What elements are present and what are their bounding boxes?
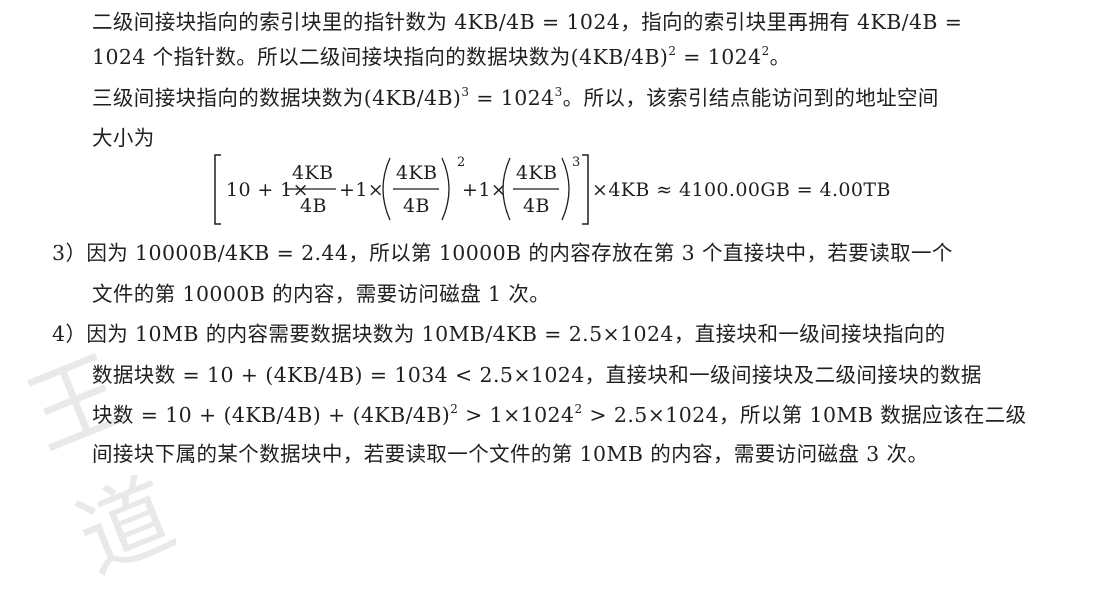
fraction-1-numerator: 4KB xyxy=(292,162,334,184)
item4-line3-text-a: 块数 = 10 + (4KB/4B) + (4KB/4B) xyxy=(92,403,451,427)
para2-line2-text-b: = 1024 xyxy=(676,45,762,69)
item4-line1: 4）因为 10MB 的内容需要数据块数为 10MB/4KB = 2.5×1024… xyxy=(52,324,946,345)
fraction-3-denominator: 4B xyxy=(523,195,550,217)
para2-line3: 三级间接块指向的数据块数为(4KB/4B)3 = 10243。所以，该索引结点能… xyxy=(92,85,939,110)
right-square-bracket xyxy=(582,154,589,225)
fraction-3-numerator: 4KB xyxy=(516,162,558,184)
right-paren-3 xyxy=(561,157,570,221)
item4-line4-text: 间接块下属的某个数据块中，若要读取一个文件的第 10MB 的内容，需要访问磁盘 … xyxy=(92,442,929,466)
formula-tail: ×4KB ≈ 4100.00GB = 4.00TB xyxy=(592,179,891,201)
para2-line2-sup2: 2 xyxy=(761,44,770,58)
fraction-2-numerator: 4KB xyxy=(396,162,438,184)
para2-line2-sup1: 2 xyxy=(668,44,677,58)
para2-line2: 1024 个指针数。所以二级间接块指向的数据块数为(4KB/4B)2 = 102… xyxy=(92,44,791,69)
para2-line2-text-a: 1024 个指针数。所以二级间接块指向的数据块数为(4KB/4B) xyxy=(92,45,669,69)
fraction-2-exponent: 2 xyxy=(457,155,466,170)
para2-line4: 大小为 xyxy=(92,128,155,149)
para2-line4-text: 大小为 xyxy=(92,126,155,150)
item3-number: 3） xyxy=(52,241,87,265)
para2-line2-text-c: 。 xyxy=(769,45,791,69)
para2-line3-sup1: 3 xyxy=(461,85,470,99)
para2-line3-text-a: 三级间接块指向的数据块数为(4KB/4B) xyxy=(92,86,462,110)
item3-line2: 文件的第 10000B 的内容，需要访问磁盘 1 次。 xyxy=(92,284,550,305)
item4-line3-sup2: 2 xyxy=(574,402,583,416)
item4-number: 4） xyxy=(52,322,87,346)
item4-line1-text: 因为 10MB 的内容需要数据块数为 10MB/4KB = 2.5×1024，直… xyxy=(86,322,946,346)
item4-line3: 块数 = 10 + (4KB/4B) + (4KB/4B)2 > 1×10242… xyxy=(92,402,1027,427)
fraction-3-exponent: 3 xyxy=(572,155,581,170)
fraction-2-denominator: 4B xyxy=(403,195,430,217)
para2-line3-sup2: 3 xyxy=(554,85,563,99)
item3-line1: 3）因为 10000B/4KB = 2.44，所以第 10000B 的内容存放在… xyxy=(52,243,953,264)
item4-line4: 间接块下属的某个数据块中，若要读取一个文件的第 10MB 的内容，需要访问磁盘 … xyxy=(92,444,928,465)
left-square-bracket xyxy=(214,154,221,225)
item3-line1-text: 因为 10000B/4KB = 2.44，所以第 10000B 的内容存放在第 … xyxy=(86,241,953,265)
para2-line3-text-c: 。所以，该索引结点能访问到的地址空间 xyxy=(562,86,939,110)
item3-line2-text: 文件的第 10000B 的内容，需要访问磁盘 1 次。 xyxy=(92,282,551,306)
para2-line1-text: 二级间接块指向的索引块里的指针数为 4KB/4B = 1024，指向的索引块里再… xyxy=(92,10,963,34)
item4-line2-text: 数据块数 = 10 + (4KB/4B) = 1034 < 2.5×1024，直… xyxy=(92,363,982,387)
item4-line3-sup1: 2 xyxy=(450,402,459,416)
formula-mid-2: +1× xyxy=(462,179,508,201)
formula-mid-1: +1× xyxy=(339,179,385,201)
para2-line3-text-b: = 1024 xyxy=(469,86,555,110)
item4-line2: 数据块数 = 10 + (4KB/4B) = 1034 < 2.5×1024，直… xyxy=(92,365,982,386)
fraction-1-denominator: 4B xyxy=(300,195,327,217)
address-space-formula: 10 + 1× 4KB 4B +1× 4KB 4B 2 +1× 4KB 4B 3… xyxy=(212,152,932,228)
para2-line1: 二级间接块指向的索引块里的指针数为 4KB/4B = 1024，指向的索引块里再… xyxy=(92,12,962,33)
item4-line3-text-c: > 2.5×1024，所以第 10MB 数据应该在二级 xyxy=(582,403,1027,427)
right-paren-2 xyxy=(441,157,450,221)
item4-line3-text-b: > 1×1024 xyxy=(458,403,575,427)
document-page: 王道 二级间接块指向的索引块里的指针数为 4KB/4B = 1024，指向的索引… xyxy=(0,0,1120,594)
